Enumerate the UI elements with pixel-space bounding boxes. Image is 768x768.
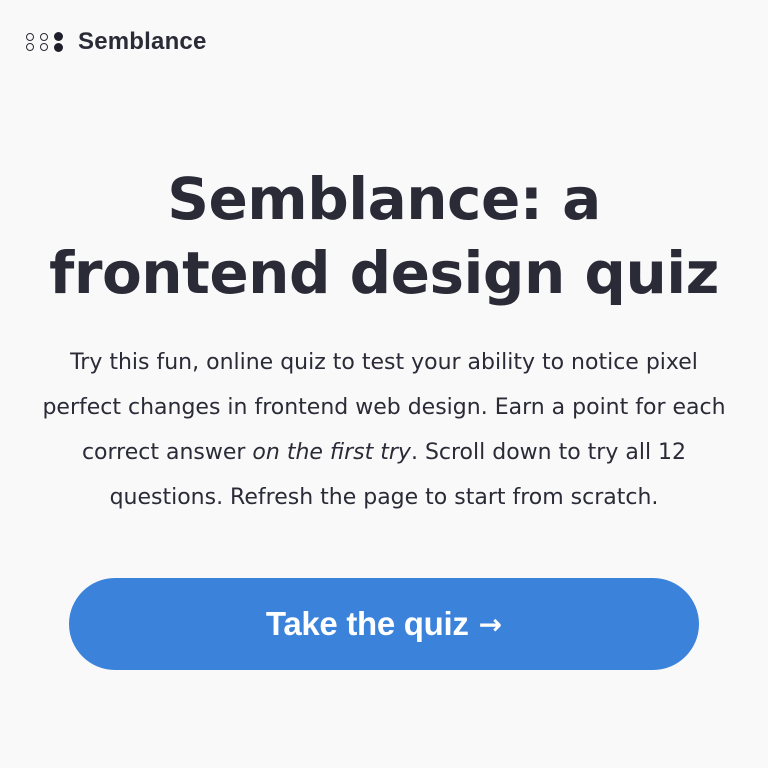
description-emphasis: on the first try	[252, 440, 411, 465]
title-line-2: frontend design quiz	[49, 239, 719, 307]
take-quiz-label: Take the quiz	[265, 605, 469, 642]
brand-name: Semblance	[78, 28, 207, 55]
arrow-right-icon: →	[478, 608, 503, 641]
page-title: Semblance: a frontend design quiz	[0, 162, 768, 310]
brand-logo-link[interactable]: Semblance	[26, 24, 207, 60]
take-quiz-button[interactable]: Take the quiz →	[69, 578, 699, 670]
quiz-description: Try this fun, online quiz to test your a…	[30, 340, 738, 520]
dot-grid-logo-icon	[26, 31, 64, 53]
title-line-1: Semblance: a	[167, 165, 601, 233]
